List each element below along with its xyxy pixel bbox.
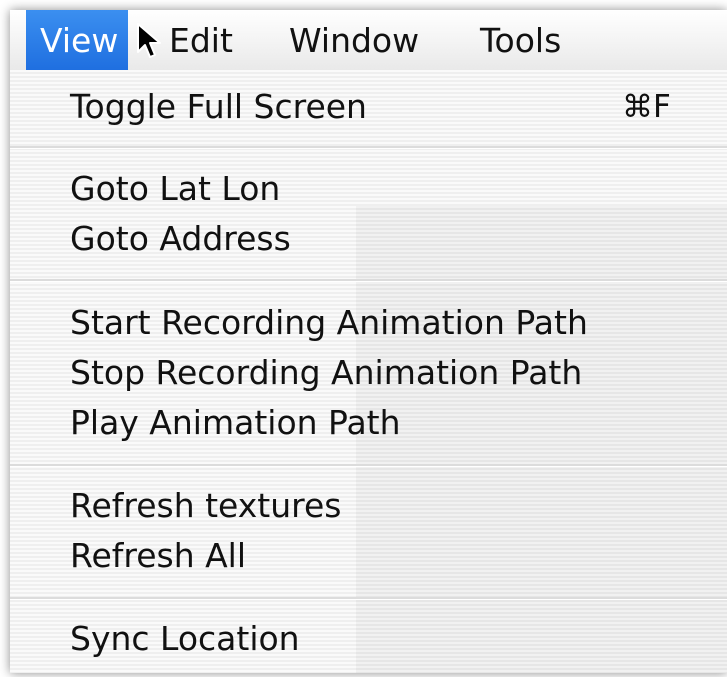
menu-item-toggle-full-screen[interactable]: Toggle Full Screen	[70, 82, 367, 132]
menubar-edit[interactable]: Edit	[169, 10, 233, 70]
shortcut-toggle-full-screen: ⌘F	[622, 89, 671, 125]
arrow-cursor-icon	[136, 22, 162, 60]
background-shade	[356, 206, 727, 673]
menu-separator	[10, 464, 727, 467]
menubar: View Edit Window Tools	[10, 10, 727, 70]
menu-item-stop-recording-animation-path[interactable]: Stop Recording Animation Path	[70, 348, 582, 398]
menu-window: View Edit Window Tools Toggle Full Scree…	[10, 10, 727, 673]
menubar-window[interactable]: Window	[289, 10, 419, 70]
menu-item-start-recording-animation-path[interactable]: Start Recording Animation Path	[70, 298, 588, 348]
menu-item-goto-address[interactable]: Goto Address	[70, 214, 291, 264]
menu-item-sync-location[interactable]: Sync Location	[70, 614, 300, 664]
menu-separator	[10, 146, 727, 149]
menu-separator	[10, 597, 727, 600]
menu-item-play-animation-path[interactable]: Play Animation Path	[70, 398, 401, 448]
menu-separator	[10, 279, 727, 282]
menubar-tools[interactable]: Tools	[480, 10, 561, 70]
menu-item-goto-lat-lon[interactable]: Goto Lat Lon	[70, 164, 280, 214]
menu-item-refresh-all[interactable]: Refresh All	[70, 531, 246, 581]
menu-item-refresh-textures[interactable]: Refresh textures	[70, 481, 342, 531]
menubar-view[interactable]: View	[26, 10, 129, 70]
